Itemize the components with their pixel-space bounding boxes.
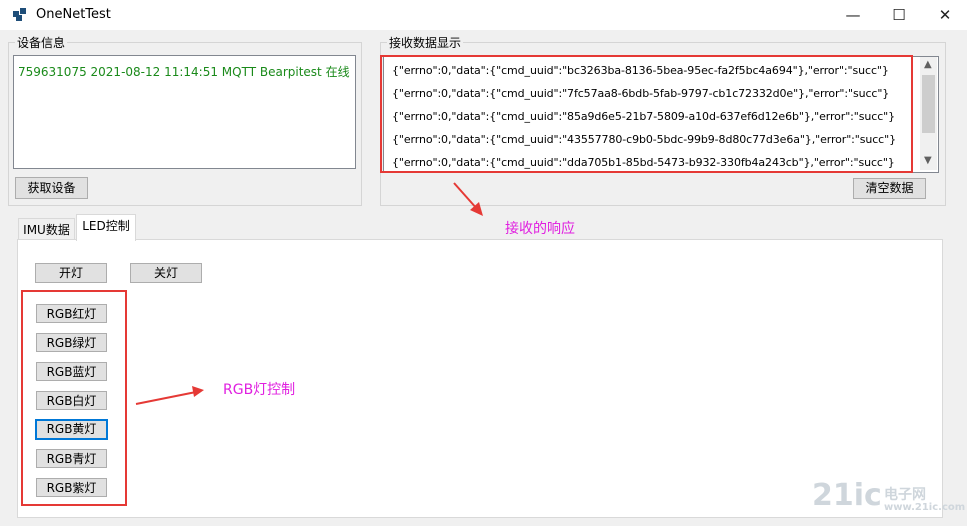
- rgb-arrow-head: [192, 386, 204, 397]
- response-arrow: [453, 182, 479, 211]
- watermark-site: www.21ic.com: [884, 502, 966, 513]
- watermark-logo: 21ic: [812, 478, 882, 513]
- annotation-arrows: [135, 182, 483, 405]
- rgb-arrow: [135, 391, 197, 405]
- rgb-control-annotation: RGB灯控制: [223, 382, 296, 398]
- tab-led-control[interactable]: LED控制: [76, 214, 136, 241]
- watermark-cn: 电子网: [884, 487, 926, 503]
- response-annotation: 接收的响应: [505, 221, 575, 237]
